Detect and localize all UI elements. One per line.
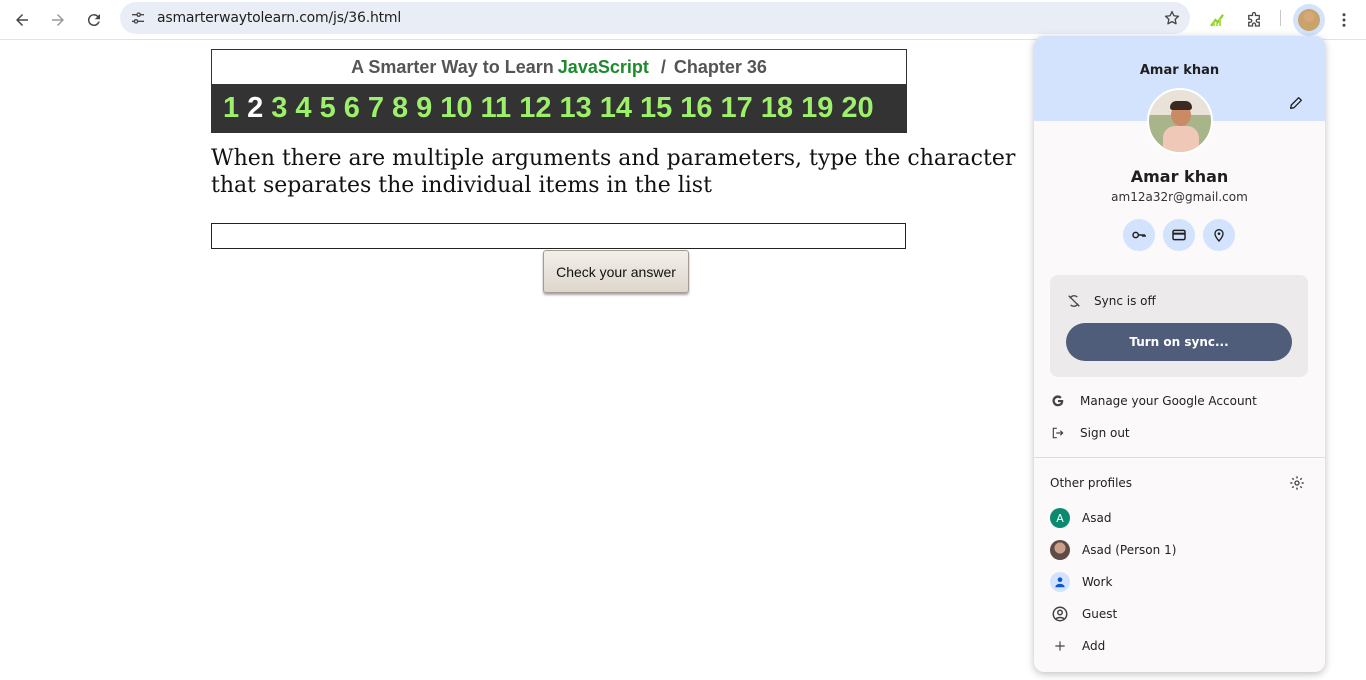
- exercise-link-17[interactable]: 17: [721, 92, 753, 125]
- sign-out-item[interactable]: Sign out: [1050, 421, 1308, 445]
- payment-methods-button[interactable]: [1163, 219, 1195, 251]
- site-info-button[interactable]: [126, 6, 150, 30]
- profile-item-work[interactable]: Work: [1050, 570, 1112, 594]
- exercise-link-10[interactable]: 10: [440, 92, 472, 125]
- exercise-link-11[interactable]: 11: [481, 92, 512, 125]
- pencil-icon: [1290, 97, 1302, 109]
- tune-icon: [132, 12, 144, 24]
- popup-divider: [1034, 457, 1325, 458]
- exercise-link-4[interactable]: 4: [295, 92, 311, 125]
- extensions-button[interactable]: [1238, 4, 1270, 36]
- forward-button[interactable]: [42, 4, 74, 36]
- exercise-number-bar: 1 2 3 4 5 6 7 8 9 10 11 12 13 14 15 16 17 18 19 20: [211, 84, 907, 133]
- bookmark-star-button[interactable]: [1160, 6, 1184, 30]
- gear-icon: [1290, 476, 1304, 490]
- quick-actions: [1123, 219, 1235, 251]
- exercise-link-5[interactable]: 5: [320, 92, 336, 125]
- profile-name-label: Asad (Person 1): [1082, 543, 1177, 557]
- popup-header-name: Amar khan: [1139, 63, 1220, 78]
- back-button[interactable]: [6, 4, 38, 36]
- arrow-right-icon: [52, 14, 64, 26]
- addresses-button[interactable]: [1203, 219, 1235, 251]
- exercise-link-14[interactable]: 14: [600, 92, 632, 125]
- turn-on-sync-button[interactable]: Turn on sync...: [1066, 323, 1292, 361]
- other-profiles-title: Other profiles: [1050, 476, 1133, 490]
- edit-profile-button[interactable]: [1286, 93, 1306, 113]
- title-separator: /: [660, 56, 666, 77]
- profile-email: am12a32r@gmail.com: [1111, 190, 1248, 204]
- sync-status: Sync is off: [1066, 293, 1156, 309]
- profile-name-label: Asad: [1082, 511, 1112, 525]
- profile-popup: Amar khan Amar khan am12a32r@gmail.com S…: [1034, 36, 1325, 672]
- passwords-button[interactable]: [1123, 219, 1155, 251]
- avatar: [1298, 9, 1320, 31]
- check-answer-button[interactable]: Check your answer: [543, 250, 689, 293]
- profile-name-label: Add: [1082, 639, 1106, 653]
- profile-item-asad-person-1[interactable]: Asad (Person 1): [1050, 538, 1176, 562]
- exercise-link-3[interactable]: 3: [271, 92, 287, 125]
- manage-account-label: Manage your Google Account: [1080, 394, 1257, 408]
- sync-status-label: Sync is off: [1094, 294, 1156, 308]
- reload-button[interactable]: [78, 4, 110, 36]
- sync-section: Sync is off Turn on sync...: [1050, 275, 1308, 377]
- profile-item-asad[interactable]: A Asad: [1050, 506, 1111, 530]
- exercise-link-6[interactable]: 6: [344, 92, 360, 125]
- plus-icon: [1050, 636, 1070, 656]
- manage-google-account-item[interactable]: Manage your Google Account: [1050, 389, 1308, 413]
- profile-name-label: Work: [1082, 575, 1113, 589]
- profile-photo: [1147, 88, 1213, 154]
- sign-out-icon: [1050, 425, 1066, 441]
- address-bar[interactable]: asmarterwaytolearn.com/js/36.html: [120, 2, 1190, 34]
- manage-profiles-button[interactable]: [1288, 474, 1306, 492]
- profile-avatar-button[interactable]: [1293, 4, 1325, 36]
- exercise-link-2[interactable]: 2: [247, 92, 263, 125]
- exercise-link-19[interactable]: 19: [801, 92, 833, 125]
- google-g-icon: [1050, 393, 1066, 409]
- exercise-link-18[interactable]: 18: [761, 92, 793, 125]
- extension-button[interactable]: [1201, 4, 1233, 36]
- three-dots-icon: [1342, 13, 1346, 27]
- credit-card-icon: [1172, 229, 1186, 241]
- exercise-link-12[interactable]: 12: [519, 92, 551, 125]
- title-prefix: A Smarter Way to Learn: [351, 56, 554, 77]
- browser-menu-button[interactable]: [1328, 4, 1360, 36]
- green-chart-icon: [1210, 14, 1224, 27]
- title-chapter: Chapter 36: [673, 56, 767, 77]
- browser-toolbar: asmarterwaytolearn.com/js/36.html: [0, 0, 1366, 40]
- arrow-left-icon: [16, 14, 28, 26]
- url-text[interactable]: asmarterwaytolearn.com/js/36.html: [157, 10, 401, 26]
- profile-name: Amar khan: [1130, 167, 1229, 186]
- exercise-link-15[interactable]: 15: [640, 92, 672, 125]
- person-icon: [1050, 572, 1070, 592]
- exercise-link-1[interactable]: 1: [223, 92, 239, 125]
- exercise-link-16[interactable]: 16: [680, 92, 712, 125]
- exercise-link-9[interactable]: 9: [416, 92, 432, 125]
- key-icon: [1132, 231, 1146, 239]
- reload-icon: [87, 14, 100, 27]
- avatar: A: [1050, 508, 1070, 528]
- toolbar-divider: [1280, 10, 1281, 26]
- puzzle-icon: [1248, 11, 1260, 27]
- star-icon: [1164, 10, 1180, 25]
- exercise-link-7[interactable]: 7: [368, 92, 384, 125]
- add-profile-item[interactable]: Add: [1050, 634, 1105, 658]
- avatar: [1050, 540, 1070, 560]
- answer-input[interactable]: [211, 223, 906, 249]
- sign-out-label: Sign out: [1080, 426, 1130, 440]
- exercise-link-20[interactable]: 20: [841, 92, 873, 125]
- profile-name-label: Guest: [1082, 607, 1118, 621]
- chapter-title: A Smarter Way to Learn JavaScript / Chap…: [212, 50, 906, 84]
- profile-item-guest[interactable]: Guest: [1050, 602, 1117, 626]
- title-javascript: JavaScript: [557, 56, 649, 77]
- chapter-header: A Smarter Way to Learn JavaScript / Chap…: [211, 49, 907, 133]
- sync-off-icon: [1068, 295, 1080, 307]
- account-circle-icon: [1050, 604, 1070, 624]
- exercise-link-8[interactable]: 8: [392, 92, 408, 125]
- location-pin-icon: [1214, 229, 1224, 242]
- question-text: When there are multiple arguments and pa…: [211, 146, 1016, 198]
- exercise-link-13[interactable]: 13: [559, 92, 591, 125]
